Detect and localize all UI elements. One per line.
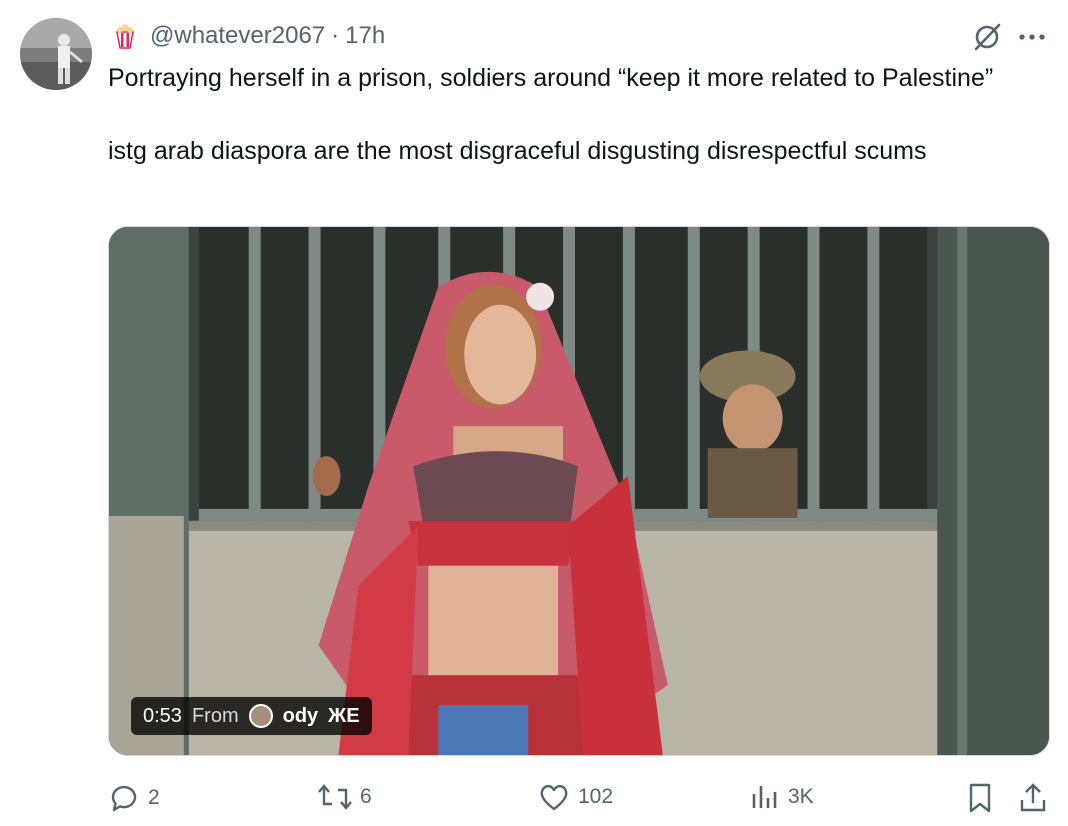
popcorn-icon <box>114 23 136 49</box>
more-icon[interactable] <box>1018 32 1046 42</box>
repost-count: 6 <box>360 785 372 808</box>
views-button[interactable]: 3K <box>748 782 814 812</box>
repost-button[interactable]: 6 <box>318 782 372 812</box>
avatar[interactable] <box>20 18 92 90</box>
from-label: From <box>191 704 239 727</box>
tweet-time[interactable]: 17h <box>345 22 385 50</box>
video-info-overlay: 0:53 From ody ЖЕ <box>131 697 372 735</box>
like-count: 102 <box>578 785 614 808</box>
bookmark-icon <box>966 782 994 814</box>
share-button[interactable] <box>1018 782 1048 814</box>
heart-icon <box>538 782 570 812</box>
tweet-text-line1: Portraying herself in a prison, soldiers… <box>108 64 994 92</box>
reply-icon <box>108 782 140 814</box>
repost-icon <box>318 782 352 812</box>
share-icon <box>1018 782 1048 814</box>
tweet-text: Portraying herself in a prison, soldiers… <box>108 60 1038 170</box>
header-separator: · <box>331 22 340 49</box>
source-glyph: ЖЕ <box>328 704 360 727</box>
source-avatar[interactable] <box>248 704 273 728</box>
video-duration: 0:53 <box>143 704 182 727</box>
tweet-text-line2: istg arab diaspora are the most disgrace… <box>108 137 927 165</box>
views-icon <box>748 782 780 812</box>
tweet-header: @whatever2067 · 17h <box>114 20 385 52</box>
reply-count: 2 <box>148 786 160 809</box>
source-name[interactable]: ody <box>283 705 319 728</box>
reply-button[interactable]: 2 <box>108 782 160 814</box>
action-bar: 2 6 102 3K <box>108 782 1050 818</box>
video-player[interactable]: 0:53 From ody ЖЕ <box>108 226 1050 756</box>
bookmark-button[interactable] <box>966 782 994 814</box>
views-count: 3K <box>788 785 814 808</box>
author-handle[interactable]: @whatever2067 <box>150 22 325 50</box>
like-button[interactable]: 102 <box>538 782 613 812</box>
avatar-image <box>20 18 92 90</box>
grok-icon[interactable] <box>972 22 1002 52</box>
video-frame <box>109 227 1049 755</box>
